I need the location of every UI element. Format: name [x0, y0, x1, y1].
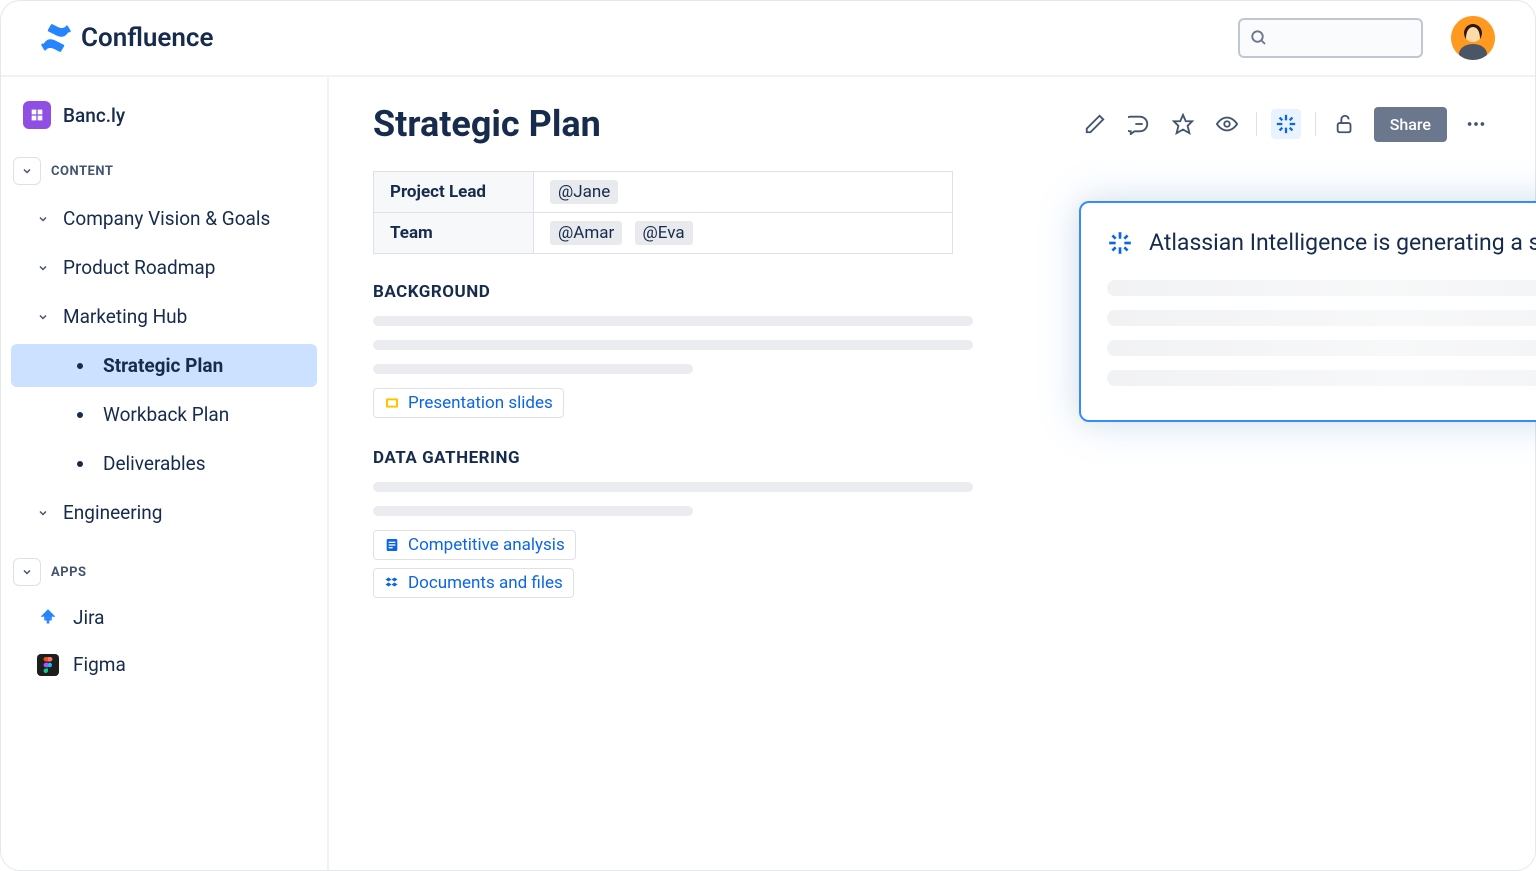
sidebar-item-label: Deliverables — [103, 452, 206, 475]
divider — [1315, 112, 1316, 136]
mention[interactable]: @Amar — [550, 221, 622, 245]
sidebar-subitem-deliverables[interactable]: Deliverables — [11, 442, 317, 485]
sidebar-item-label: Engineering — [63, 501, 162, 524]
meta-key: Team — [374, 213, 534, 254]
link-presentation-slides[interactable]: Presentation slides — [373, 388, 564, 418]
page-actions: Share — [1080, 107, 1491, 142]
meta-key: Project Lead — [374, 172, 534, 213]
link-label: Documents and files — [408, 573, 563, 593]
product-name: Confluence — [81, 23, 213, 53]
sidebar-item-label: Workback Plan — [103, 403, 229, 426]
slides-icon — [384, 395, 400, 411]
apps-label: APPS — [51, 565, 87, 580]
content-label: CONTENT — [51, 164, 113, 179]
lock-open-icon — [1334, 113, 1356, 135]
sidebar-item-label: Strategic Plan — [103, 354, 223, 377]
comment-icon — [1128, 113, 1150, 135]
sidebar-item-marketing-hub[interactable]: Marketing Hub — [11, 295, 317, 338]
space-header[interactable]: Banc.ly — [11, 95, 317, 135]
apps-toggle[interactable] — [13, 558, 41, 586]
placeholder-line — [373, 364, 693, 374]
sparkle-icon — [1275, 113, 1297, 135]
star-button[interactable] — [1168, 109, 1198, 139]
chevron-down-icon — [37, 507, 49, 519]
placeholder-line — [1107, 340, 1536, 356]
bullet-icon — [77, 461, 83, 467]
meta-table: Project Lead @Jane Team @Amar @Eva — [373, 171, 953, 254]
share-button[interactable]: Share — [1374, 107, 1447, 142]
search-input[interactable] — [1238, 18, 1423, 58]
user-avatar[interactable] — [1451, 16, 1495, 60]
app-item-label: Jira — [73, 606, 105, 629]
jira-icon — [37, 607, 59, 629]
top-bar: Confluence — [1, 1, 1535, 77]
ai-status-text: Atlassian Intelligence is generating a s… — [1149, 229, 1536, 256]
mention[interactable]: @Jane — [550, 180, 618, 204]
table-row: Project Lead @Jane — [374, 172, 953, 213]
divider — [1256, 112, 1257, 136]
comment-button[interactable] — [1124, 109, 1154, 139]
eye-icon — [1216, 113, 1238, 135]
watch-button[interactable] — [1212, 109, 1242, 139]
placeholder-line — [1107, 310, 1536, 326]
ai-summary-panel: Atlassian Intelligence is generating a s… — [1079, 201, 1536, 422]
placeholder-line — [1107, 370, 1536, 386]
placeholder-line — [373, 340, 973, 350]
chevron-down-icon — [37, 213, 49, 225]
chevron-down-icon — [21, 165, 33, 177]
sidebar-item-engineering[interactable]: Engineering — [11, 491, 317, 534]
edit-button[interactable] — [1080, 109, 1110, 139]
section-heading-data-gathering: DATA GATHERING — [373, 448, 1491, 468]
app-item-label: Figma — [73, 653, 126, 676]
bullet-icon — [77, 412, 83, 418]
star-icon — [1172, 113, 1194, 135]
sidebar-item-label: Product Roadmap — [63, 256, 215, 279]
sidebar-item-product-roadmap[interactable]: Product Roadmap — [11, 246, 317, 289]
link-label: Presentation slides — [408, 393, 553, 413]
table-row: Team @Amar @Eva — [374, 213, 953, 254]
space-name: Banc.ly — [63, 104, 125, 127]
placeholder-line — [373, 316, 973, 326]
page-icon — [384, 537, 400, 553]
main-content: Strategic Plan Share Project Lead @Jane … — [329, 77, 1535, 870]
mention[interactable]: @Eva — [635, 221, 693, 245]
product-logo[interactable]: Confluence — [41, 23, 213, 53]
sparkle-icon — [1107, 230, 1133, 256]
bullet-icon — [77, 363, 83, 369]
placeholder-line — [1107, 280, 1536, 296]
search-icon — [1250, 29, 1268, 47]
sidebar-item-company-vision[interactable]: Company Vision & Goals — [11, 197, 317, 240]
app-item-figma[interactable]: Figma — [11, 645, 317, 684]
confluence-icon — [41, 23, 71, 53]
apps-section-header: APPS — [11, 554, 317, 590]
sidebar-subitem-strategic-plan[interactable]: Strategic Plan — [11, 344, 317, 387]
dots-icon — [1465, 113, 1487, 135]
meta-value: @Amar @Eva — [534, 213, 953, 254]
space-icon — [23, 101, 51, 129]
chevron-down-icon — [37, 262, 49, 274]
meta-value: @Jane — [534, 172, 953, 213]
link-competitive-analysis[interactable]: Competitive analysis — [373, 530, 576, 560]
chevron-down-icon — [21, 566, 33, 578]
page-title: Strategic Plan — [373, 103, 601, 145]
sidebar-subitem-workback-plan[interactable]: Workback Plan — [11, 393, 317, 436]
link-documents-files[interactable]: Documents and files — [373, 568, 574, 598]
placeholder-line — [373, 506, 693, 516]
content-toggle[interactable] — [13, 157, 41, 185]
placeholder-line — [373, 482, 973, 492]
sidebar: Banc.ly CONTENT Company Vision & Goals P… — [1, 77, 329, 870]
dropbox-icon — [384, 575, 400, 591]
figma-icon — [37, 654, 59, 676]
sidebar-item-label: Company Vision & Goals — [63, 207, 270, 230]
sidebar-item-label: Marketing Hub — [63, 305, 187, 328]
app-item-jira[interactable]: Jira — [11, 598, 317, 637]
ai-button[interactable] — [1271, 109, 1301, 139]
pencil-icon — [1084, 113, 1106, 135]
restrictions-button[interactable] — [1330, 109, 1360, 139]
chevron-down-icon — [37, 311, 49, 323]
more-button[interactable] — [1461, 109, 1491, 139]
content-section-header: CONTENT — [11, 153, 317, 189]
link-label: Competitive analysis — [408, 535, 565, 555]
